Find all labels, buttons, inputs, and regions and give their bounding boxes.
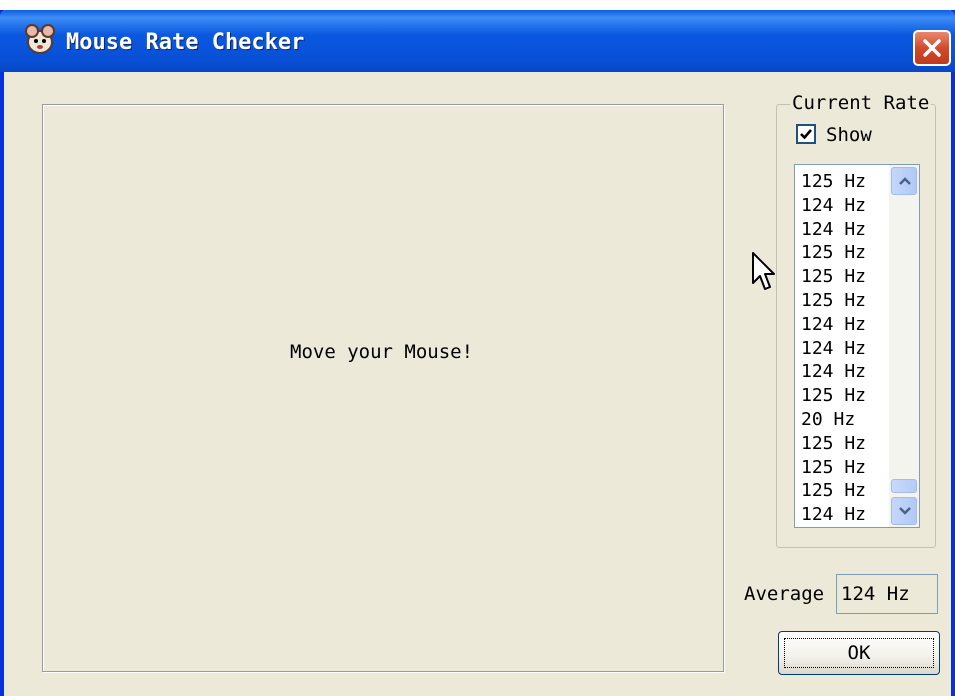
instruction-text: Move your Mouse! (290, 341, 474, 363)
rate-list-item[interactable]: 125 Hz (801, 265, 885, 289)
rate-list-item[interactable]: 124 Hz (801, 337, 885, 361)
rate-list-item[interactable]: 125 Hz (801, 170, 885, 194)
scroll-down-button[interactable] (891, 497, 917, 525)
mouse-cursor-icon (752, 252, 775, 290)
rate-list-item[interactable]: 125 Hz (801, 456, 885, 480)
rate-list-item[interactable]: 20 Hz (801, 408, 885, 432)
scroll-thumb[interactable] (891, 479, 917, 493)
average-label: Average (744, 583, 825, 605)
scroll-down-icon (899, 507, 911, 515)
ok-button[interactable]: OK (778, 631, 940, 675)
close-button[interactable] (913, 30, 951, 66)
current-rate-label: Current Rate (790, 92, 932, 114)
rate-list-item[interactable]: 125 Hz (801, 384, 885, 408)
rate-list-item[interactable]: 124 Hz (801, 218, 885, 242)
rate-list-item[interactable]: 125 Hz (801, 432, 885, 456)
rate-listbox[interactable]: 125 Hz 124 Hz 124 Hz 125 Hz 125 Hz 125 Hz 124 … (794, 164, 920, 528)
rate-list-item[interactable]: 125 Hz (801, 479, 885, 503)
title-bar[interactable]: Mouse Rate Checker (0, 10, 955, 72)
mouse-tracking-area[interactable] (42, 104, 724, 672)
checkmark-icon (800, 129, 812, 140)
average-field: 124 Hz (836, 574, 938, 614)
ok-button-label: OK (847, 642, 871, 664)
rate-list: 125 Hz 124 Hz 124 Hz 125 Hz 125 Hz 125 Hz 124 … (801, 170, 885, 527)
close-icon (923, 39, 941, 57)
window-title: Mouse Rate Checker (66, 30, 305, 55)
rate-list-item[interactable]: 124 Hz (801, 503, 885, 527)
scroll-up-button[interactable] (891, 167, 917, 195)
rate-list-item[interactable]: 124 Hz (801, 313, 885, 337)
listbox-scrollbar[interactable] (889, 165, 919, 527)
rate-list-item[interactable]: 124 Hz (801, 360, 885, 384)
rate-list-item[interactable]: 125 Hz (801, 289, 885, 313)
rate-list-item[interactable]: 124 Hz (801, 194, 885, 218)
app-mouse-icon (25, 24, 55, 54)
show-checkbox[interactable] (796, 124, 816, 144)
scroll-up-icon (899, 177, 911, 185)
average-value: 124 Hz (841, 583, 910, 605)
rate-list-item[interactable]: 125 Hz (801, 241, 885, 265)
show-label[interactable]: Show (826, 124, 872, 146)
